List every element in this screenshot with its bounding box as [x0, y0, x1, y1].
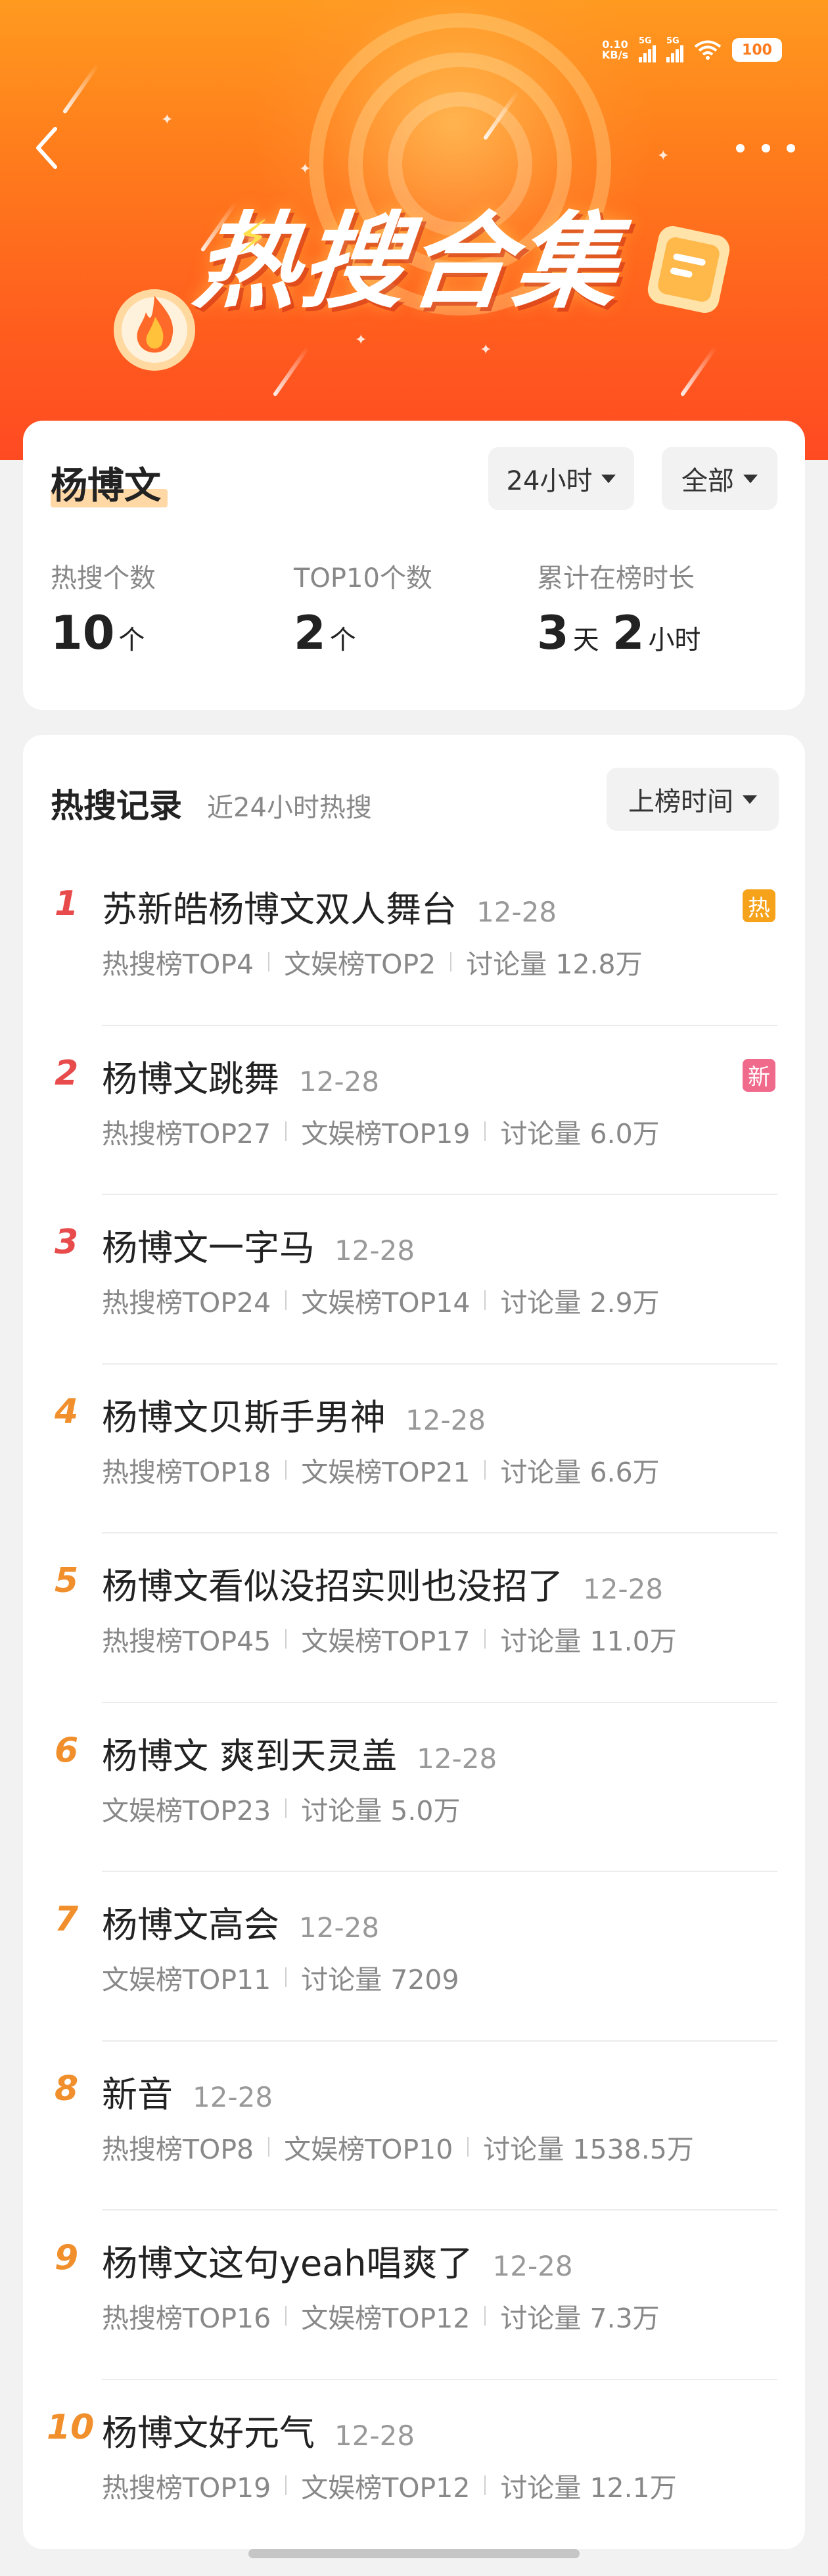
- wifi-icon: [694, 40, 722, 60]
- sparkle-icon: ✦: [480, 342, 492, 358]
- hot-badge: 热: [743, 889, 775, 922]
- streak-decoration: [62, 63, 100, 114]
- signal-icon: 5G: [666, 36, 683, 62]
- item-date: 12-28: [334, 2419, 415, 2452]
- item-meta: 热搜榜TOP4 文娱榜TOP2 讨论量 12.8万: [102, 948, 643, 980]
- item-meta: 热搜榜TOP24 文娱榜TOP14 讨论量 2.9万: [102, 1287, 660, 1319]
- item-title: 杨博文看似没招实则也没招了: [102, 1566, 563, 1607]
- item-date: 12-28: [583, 1573, 664, 1605]
- rank-number: 5: [55, 1561, 79, 1601]
- list-item[interactable]: 10 杨博文好元气 12-28 热搜榜TOP19 文娱榜TOP12 讨论量 12…: [23, 2380, 805, 2550]
- ticket-icon: [647, 225, 730, 314]
- rank-number: 9: [55, 2238, 79, 2278]
- chevron-left-icon: [36, 127, 57, 169]
- item-title: 杨博文好元气: [102, 2412, 315, 2454]
- records-list: 1 苏新皓杨博文双人舞台 12-28 热 热搜榜TOP4 文娱榜TOP2 讨论量…: [23, 856, 805, 2549]
- stat-top10-count: TOP10个数 2 个: [294, 563, 432, 660]
- item-title: 杨博文高会: [102, 1904, 279, 1946]
- item-meta: 热搜榜TOP18 文娱榜TOP21 讨论量 6.6万: [102, 1456, 660, 1488]
- records-card: 热搜记录 近24小时热搜 上榜时间 1 苏新皓杨博文双人舞台 12-28 热 热…: [23, 735, 805, 2549]
- back-button[interactable]: [26, 122, 66, 174]
- list-item[interactable]: 9 杨博文这句yeah唱爽了 12-28 热搜榜TOP16 文娱榜TOP12 讨…: [23, 2211, 805, 2380]
- item-date: 12-28: [405, 1403, 486, 1436]
- item-meta: 热搜榜TOP27 文娱榜TOP19 讨论量 6.0万: [102, 1117, 660, 1150]
- item-date: 12-28: [334, 1234, 415, 1267]
- rank-number: 2: [55, 1053, 79, 1093]
- list-item[interactable]: 1 苏新皓杨博文双人舞台 12-28 热 热搜榜TOP4 文娱榜TOP2 讨论量…: [23, 856, 805, 1026]
- item-title: 杨博文跳舞: [102, 1058, 279, 1100]
- sparkle-icon: ✦: [299, 161, 311, 177]
- rank-number: 4: [55, 1392, 79, 1432]
- item-meta: 热搜榜TOP8 文娱榜TOP10 讨论量 1538.5万: [102, 2133, 694, 2165]
- rank-number: 1: [55, 884, 79, 924]
- caret-down-icon: [743, 795, 757, 804]
- rank-number: 3: [55, 1223, 79, 1262]
- records-title: 热搜记录: [51, 787, 182, 825]
- streak-decoration: [272, 346, 310, 397]
- item-meta: 热搜榜TOP16 文娱榜TOP12 讨论量 7.3万: [102, 2303, 660, 2334]
- item-meta: 文娱榜TOP23 讨论量 5.0万: [102, 1794, 461, 1827]
- more-dots-icon: [736, 143, 745, 152]
- item-title: 杨博文这句yeah唱爽了: [102, 2243, 473, 2284]
- new-badge: 新: [743, 1058, 775, 1092]
- list-item[interactable]: 8 新音 12-28 热搜榜TOP8 文娱榜TOP10 讨论量 1538.5万: [23, 2042, 805, 2211]
- rank-number: 8: [55, 2069, 79, 2109]
- item-date: 12-28: [417, 1742, 497, 1775]
- item-meta: 热搜榜TOP45 文娱榜TOP17 讨论量 11.0万: [102, 1626, 677, 1657]
- home-indicator[interactable]: [248, 2549, 580, 2558]
- list-item[interactable]: 6 杨博文 爽到天灵盖 12-28 文娱榜TOP23 讨论量 5.0万: [23, 1703, 805, 1872]
- streak-decoration: [679, 346, 718, 397]
- item-date: 12-28: [476, 896, 557, 928]
- battery-icon: 100: [732, 38, 782, 62]
- list-item[interactable]: 2 杨博文跳舞 12-28 新 热搜榜TOP27 文娱榜TOP19 讨论量 6.…: [23, 1026, 805, 1195]
- sparkle-icon: ✦: [355, 332, 367, 348]
- rank-number: 6: [55, 1730, 79, 1770]
- item-date: 12-28: [299, 1911, 380, 1944]
- time-range-filter[interactable]: 24小时: [488, 447, 634, 510]
- list-item[interactable]: 3 杨博文一字马 12-28 热搜榜TOP24 文娱榜TOP14 讨论量 2.9…: [23, 1195, 805, 1365]
- caret-down-icon: [601, 474, 616, 483]
- stat-hot-count: 热搜个数 10 个: [51, 563, 156, 660]
- signal-icon: 5G: [639, 36, 656, 62]
- sort-filter[interactable]: 上榜时间: [607, 768, 779, 831]
- rank-number: 10: [47, 2407, 95, 2447]
- more-button[interactable]: [736, 131, 795, 164]
- list-item[interactable]: 4 杨博文贝斯手男神 12-28 热搜榜TOP18 文娱榜TOP21 讨论量 6…: [23, 1365, 805, 1534]
- item-date: 12-28: [299, 1065, 380, 1098]
- sparkle-icon: ✦: [657, 148, 670, 164]
- person-name: 杨博文: [51, 460, 168, 513]
- item-title: 杨博文一字马: [102, 1227, 315, 1269]
- status-bar: 0.10 KB/s 5G 5G 100: [602, 36, 782, 63]
- stats-row: 热搜个数 10 个 TOP10个数 2 个 累计在榜时长 3 天 2 小时: [51, 559, 780, 670]
- list-item[interactable]: 5 杨博文看似没招实则也没招了 12-28 热搜榜TOP45 文娱榜TOP17 …: [23, 1534, 805, 1703]
- item-date: 12-28: [193, 2080, 273, 2113]
- item-date: 12-28: [492, 2250, 573, 2282]
- item-title: 苏新皓杨博文双人舞台: [102, 889, 457, 930]
- records-subtitle: 近24小时热搜: [207, 793, 372, 823]
- list-item[interactable]: 7 杨博文高会 12-28 文娱榜TOP11 讨论量 7209: [23, 1872, 805, 2042]
- item-meta: 热搜榜TOP19 文娱榜TOP12 讨论量 12.1万: [102, 2471, 677, 2504]
- item-title: 新音: [102, 2073, 173, 2115]
- network-speed: 0.10 KB/s: [602, 38, 628, 61]
- item-meta: 文娱榜TOP11 讨论量 7209: [102, 1964, 459, 1996]
- item-title: 杨博文贝斯手男神: [102, 1396, 386, 1438]
- flame-icon: [114, 289, 195, 371]
- lightning-icon: ⚡: [237, 210, 269, 264]
- rank-number: 7: [55, 1900, 79, 1939]
- summary-card: 杨博文 24小时 全部 热搜个数 10 个 TOP10个数 2 个 累计在榜时长…: [23, 421, 805, 710]
- caret-down-icon: [743, 474, 758, 483]
- scope-filter[interactable]: 全部: [662, 447, 777, 510]
- item-title: 杨博文 爽到天灵盖: [102, 1735, 398, 1777]
- stat-total-duration: 累计在榜时长 3 天 2 小时: [537, 563, 701, 660]
- hero-banner: ✦ ✦ ✦ ✦ ✦ 0.10 KB/s 5G 5G 100 热搜合集 ⚡: [0, 0, 828, 460]
- sparkle-icon: ✦: [161, 112, 173, 128]
